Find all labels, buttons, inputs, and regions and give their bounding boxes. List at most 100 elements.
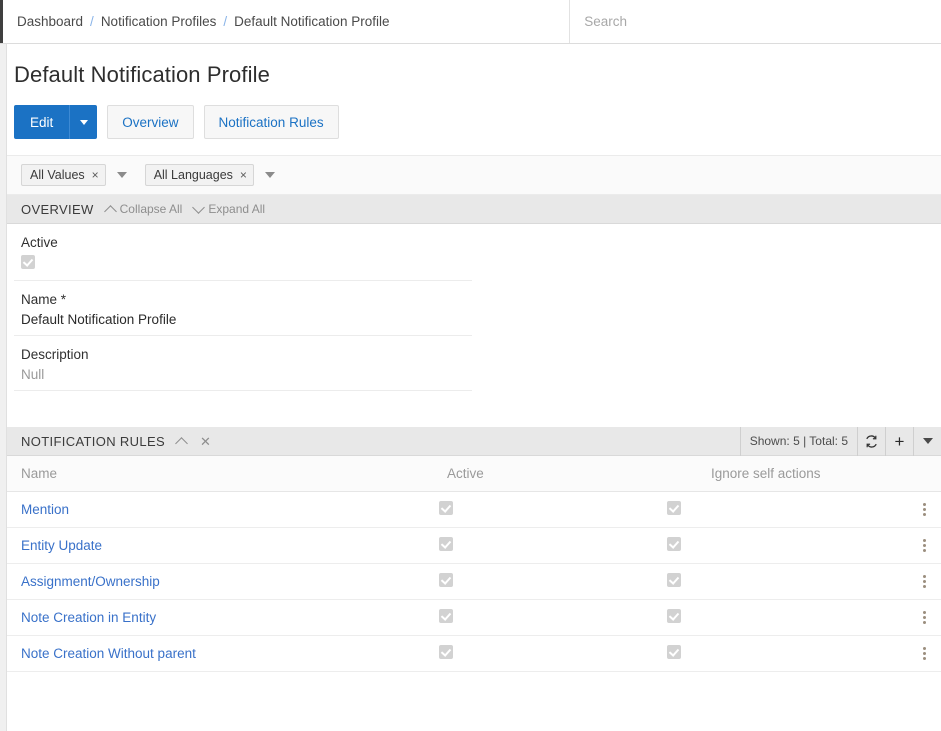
rules-section-title: NOTIFICATION RULES [21,434,165,449]
rule-link[interactable]: Mention [21,502,69,517]
add-rule-button[interactable]: + [885,427,913,456]
table-row[interactable]: Entity Update [7,527,941,563]
table-row[interactable]: Mention [7,491,941,527]
rule-ignore-cell [653,635,903,671]
rule-menu-cell [903,527,941,563]
filter-chip-label: All Languages [154,168,233,182]
top-bar: Dashboard / Notification Profiles / Defa… [0,0,941,44]
table-header: Name Active Ignore self actions [7,456,941,491]
chevron-down-icon [923,438,933,444]
ignore-self-actions-checkbox[interactable] [667,609,681,623]
rule-link[interactable]: Note Creation Without parent [21,646,196,661]
edit-split-button[interactable]: Edit [14,105,97,139]
active-checkbox[interactable] [21,255,35,269]
kebab-menu-icon[interactable] [917,575,931,588]
rule-link[interactable]: Entity Update [21,538,102,553]
kebab-menu-icon[interactable] [917,539,931,552]
rules-section-header: NOTIFICATION RULES ✕ Shown: 5 | Total: 5… [7,427,941,456]
active-checkbox[interactable] [439,609,453,623]
rule-active-cell [425,599,653,635]
table-row[interactable]: Assignment/Ownership [7,563,941,599]
expand-all-button[interactable]: Expand All [194,202,265,216]
chevron-up-icon [104,205,117,218]
filter-chip-all-values[interactable]: All Values × [21,164,106,186]
filter-chip-label: All Values [30,168,85,182]
page-title: Default Notification Profile [7,44,941,88]
field-label: Active [21,235,472,250]
shown-total-label: Shown: 5 | Total: 5 [740,427,857,456]
search-container[interactable] [570,0,941,43]
ignore-self-actions-checkbox[interactable] [667,501,681,515]
field-value: Null [21,367,472,382]
field-description: Description Null [14,336,472,391]
table-header-row: Name Active Ignore self actions [7,456,941,491]
search-input[interactable] [584,14,941,29]
overview-form: Active Name * Default Notification Profi… [7,224,941,427]
chevron-down-icon[interactable] [265,172,275,178]
form-spacer [14,391,941,427]
filter-chip-all-languages[interactable]: All Languages × [145,164,254,186]
column-header-name[interactable]: Name [7,456,425,491]
tab-overview[interactable]: Overview [107,105,193,139]
rules-section-toolbar: Shown: 5 | Total: 5 + [740,427,941,456]
rule-link[interactable]: Note Creation in Entity [21,610,156,625]
collapse-all-button[interactable]: Collapse All [106,202,183,216]
active-checkbox[interactable] [439,501,453,515]
field-label: Description [21,347,472,362]
chevron-down-icon [80,120,88,125]
field-label: Name * [21,292,472,307]
left-rail-strip [0,44,7,731]
active-checkbox[interactable] [439,573,453,587]
kebab-menu-icon[interactable] [917,611,931,624]
column-header-ignore-self-actions[interactable]: Ignore self actions [653,456,903,491]
ignore-self-actions-checkbox[interactable] [667,573,681,587]
table-body: Mention Entity Update Assignment/Ownersh… [7,491,941,671]
rules-more-menu-button[interactable] [913,427,941,456]
column-header-active[interactable]: Active [425,456,653,491]
rule-menu-cell [903,491,941,527]
notification-rules-table: Name Active Ignore self actions Mention … [7,456,941,672]
breadcrumb-item-dashboard[interactable]: Dashboard [17,14,83,29]
rule-active-cell [425,635,653,671]
field-value: Default Notification Profile [21,312,472,327]
rule-menu-cell [903,563,941,599]
kebab-menu-icon[interactable] [917,503,931,516]
rule-link[interactable]: Assignment/Ownership [21,574,160,589]
overview-section-header: OVERVIEW Collapse All Expand All [7,195,941,224]
chevron-down-icon[interactable] [117,172,127,178]
expand-all-label: Expand All [208,202,265,216]
ignore-self-actions-checkbox[interactable] [667,537,681,551]
table-row[interactable]: Note Creation Without parent [7,635,941,671]
close-icon[interactable]: × [240,168,247,182]
rule-ignore-cell [653,599,903,635]
close-icon[interactable]: × [92,168,99,182]
ignore-self-actions-checkbox[interactable] [667,645,681,659]
rule-ignore-cell [653,491,903,527]
breadcrumb-separator: / [223,14,227,29]
rule-menu-cell [903,599,941,635]
active-checkbox[interactable] [439,645,453,659]
rule-name-cell: Assignment/Ownership [7,563,425,599]
rule-name-cell: Entity Update [7,527,425,563]
table-row[interactable]: Note Creation in Entity [7,599,941,635]
breadcrumb-item-notification-profiles[interactable]: Notification Profiles [101,14,217,29]
edit-dropdown-button[interactable] [69,105,97,139]
overview-section-title: OVERVIEW [21,202,94,217]
chevron-down-icon [192,201,205,214]
close-icon[interactable]: ✕ [200,435,211,448]
breadcrumb-item-current: Default Notification Profile [234,14,389,29]
edit-button[interactable]: Edit [14,105,69,139]
action-bar: Edit Overview Notification Rules [7,88,941,155]
rule-name-cell: Note Creation Without parent [7,635,425,671]
tab-notification-rules[interactable]: Notification Rules [204,105,339,139]
refresh-button[interactable] [857,427,885,456]
page-body: Default Notification Profile Edit Overvi… [0,44,941,731]
plus-icon: + [895,433,905,450]
rule-active-cell [425,491,653,527]
active-checkbox[interactable] [439,537,453,551]
filter-bar: All Values × All Languages × [7,155,941,195]
kebab-menu-icon[interactable] [917,647,931,660]
field-name: Name * Default Notification Profile [14,281,472,336]
chevron-up-icon[interactable] [175,437,188,450]
rule-active-cell [425,527,653,563]
